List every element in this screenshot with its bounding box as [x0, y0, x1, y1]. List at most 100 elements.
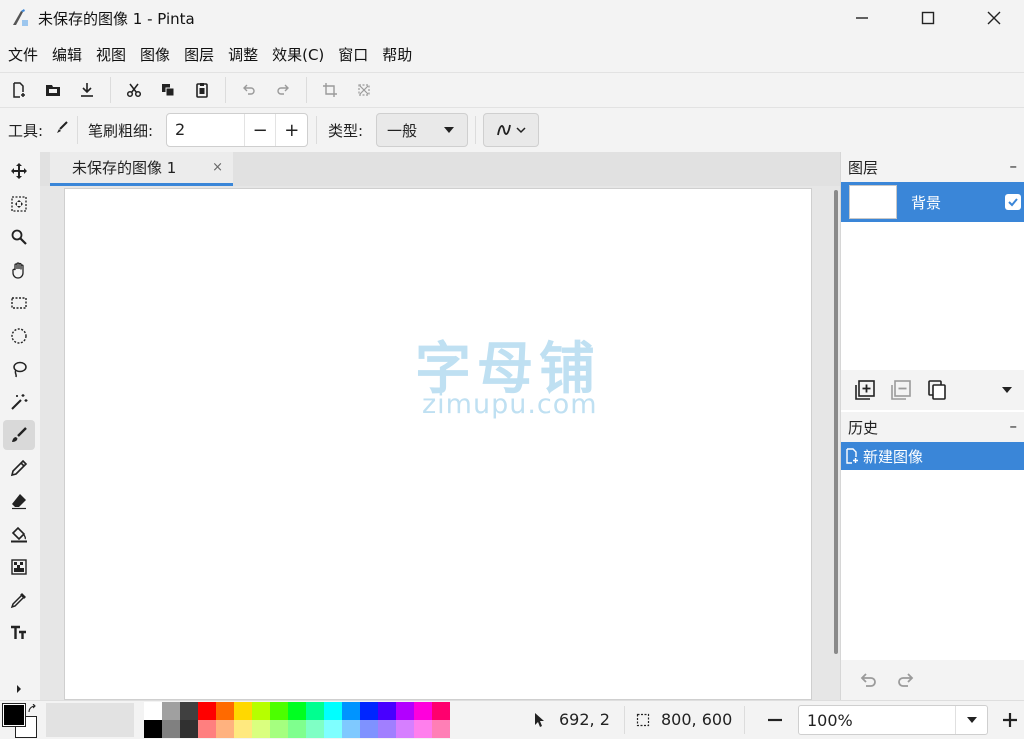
menu-window[interactable]: 窗口 [331, 40, 375, 70]
menu-edit[interactable]: 编辑 [45, 40, 89, 70]
history-redo-button[interactable] [887, 662, 925, 698]
zoom-value[interactable]: 100% [799, 711, 955, 730]
palette-swatch[interactable] [162, 702, 180, 720]
menu-view[interactable]: 视图 [89, 40, 133, 70]
palette-swatch[interactable] [378, 702, 396, 720]
move-selection-tool[interactable] [3, 189, 35, 219]
palette-swatch[interactable] [270, 702, 288, 720]
zoom-in-icon[interactable] [1002, 712, 1018, 728]
minimize-button[interactable] [840, 0, 884, 36]
layers-panel-minimize[interactable]: – [1010, 157, 1018, 175]
crop-to-selection-button[interactable] [313, 74, 347, 106]
palette-swatch[interactable] [216, 702, 234, 720]
duplicate-layer-button[interactable] [919, 372, 955, 408]
palette-swatch[interactable] [432, 702, 450, 720]
save-button[interactable] [70, 74, 104, 106]
paste-button[interactable] [185, 74, 219, 106]
palette-swatch[interactable] [306, 720, 324, 738]
paint-bucket-tool[interactable] [3, 519, 35, 549]
palette-swatch[interactable] [414, 720, 432, 738]
palette-swatch[interactable] [144, 720, 162, 738]
palette-swatch[interactable] [378, 720, 396, 738]
pan-tool[interactable] [3, 255, 35, 285]
palette-swatch[interactable] [198, 702, 216, 720]
deselect-button[interactable] [347, 74, 381, 106]
new-image-button[interactable] [2, 74, 36, 106]
menu-image[interactable]: 图像 [133, 40, 177, 70]
primary-color-swatch[interactable] [2, 703, 26, 727]
swap-colors-icon[interactable] [27, 704, 37, 714]
brush-width-increase-button[interactable]: + [275, 114, 307, 146]
palette-swatch[interactable] [270, 720, 288, 738]
move-selected-tool[interactable] [3, 156, 35, 186]
menu-adjustments[interactable]: 调整 [221, 40, 265, 70]
palette-swatch[interactable] [342, 720, 360, 738]
palette-swatch[interactable] [252, 702, 270, 720]
palette-swatch[interactable] [360, 720, 378, 738]
palette-swatch[interactable] [432, 720, 450, 738]
scrollbar-thumb[interactable] [834, 190, 838, 654]
history-item[interactable]: 新建图像 [841, 442, 1024, 470]
palette-swatch[interactable] [180, 720, 198, 738]
tab-close-button[interactable]: × [212, 160, 223, 175]
brush-type-dropdown[interactable]: 一般 [376, 113, 468, 147]
palette-swatch[interactable] [342, 702, 360, 720]
magic-wand-tool[interactable] [3, 387, 35, 417]
brush-width-input[interactable]: 2 [167, 114, 244, 146]
zoom-combobox[interactable]: 100% [798, 705, 988, 735]
gradient-tool[interactable] [3, 552, 35, 582]
pencil-tool[interactable] [3, 453, 35, 483]
brush-width-spinner[interactable]: 2 − + [166, 113, 308, 147]
palette-swatch[interactable] [198, 720, 216, 738]
palette-swatch[interactable] [234, 702, 252, 720]
menu-help[interactable]: 帮助 [375, 40, 419, 70]
palette-swatch[interactable] [360, 702, 378, 720]
menu-layers[interactable]: 图层 [177, 40, 221, 70]
rectangle-select-tool[interactable] [3, 288, 35, 318]
palette-swatch[interactable] [180, 702, 198, 720]
palette-swatch[interactable] [252, 720, 270, 738]
layer-visibility-checkbox[interactable] [1005, 194, 1021, 210]
palette-swatch[interactable] [234, 720, 252, 738]
delete-layer-button[interactable] [883, 372, 919, 408]
maximize-button[interactable] [906, 0, 950, 36]
history-panel-minimize[interactable]: – [1010, 417, 1018, 435]
redo-button[interactable] [266, 74, 300, 106]
copy-button[interactable] [151, 74, 185, 106]
undo-button[interactable] [232, 74, 266, 106]
zoom-tool[interactable] [3, 222, 35, 252]
ellipse-select-tool[interactable] [3, 321, 35, 351]
palette-swatch[interactable] [162, 720, 180, 738]
add-layer-button[interactable] [847, 372, 883, 408]
layer-menu-button[interactable] [989, 372, 1024, 408]
lasso-select-tool[interactable] [3, 354, 35, 384]
color-swatches[interactable] [2, 703, 37, 738]
brush-width-decrease-button[interactable]: − [243, 114, 276, 146]
palette-swatch[interactable] [216, 720, 234, 738]
palette-swatch[interactable] [396, 702, 414, 720]
cut-button[interactable] [117, 74, 151, 106]
menu-effects[interactable]: 效果(C) [265, 40, 331, 70]
layer-row[interactable]: 背景 [841, 182, 1024, 222]
zoom-dropdown-button[interactable] [955, 706, 987, 734]
eraser-tool[interactable] [3, 486, 35, 516]
palette-swatch[interactable] [324, 720, 342, 738]
open-button[interactable] [36, 74, 70, 106]
palette-swatch[interactable] [324, 702, 342, 720]
palette-swatch[interactable] [144, 702, 162, 720]
close-window-button[interactable] [972, 0, 1016, 36]
palette-swatch[interactable] [288, 702, 306, 720]
paintbrush-tool[interactable] [3, 420, 35, 450]
menu-file[interactable]: 文件 [1, 40, 45, 70]
image-canvas[interactable]: 字母铺 zimupu.com [64, 188, 812, 700]
palette-swatch[interactable] [414, 702, 432, 720]
color-picker-tool[interactable] [3, 585, 35, 615]
document-tab[interactable]: 未保存的图像 1 × [50, 152, 233, 186]
history-undo-button[interactable] [849, 662, 887, 698]
antialiasing-dropdown[interactable] [483, 113, 539, 147]
canvas-vertical-scrollbar[interactable] [832, 188, 840, 700]
palette-swatch[interactable] [396, 720, 414, 738]
palette-swatch[interactable] [288, 720, 306, 738]
palette-swatch[interactable] [306, 702, 324, 720]
text-tool[interactable] [3, 618, 35, 648]
